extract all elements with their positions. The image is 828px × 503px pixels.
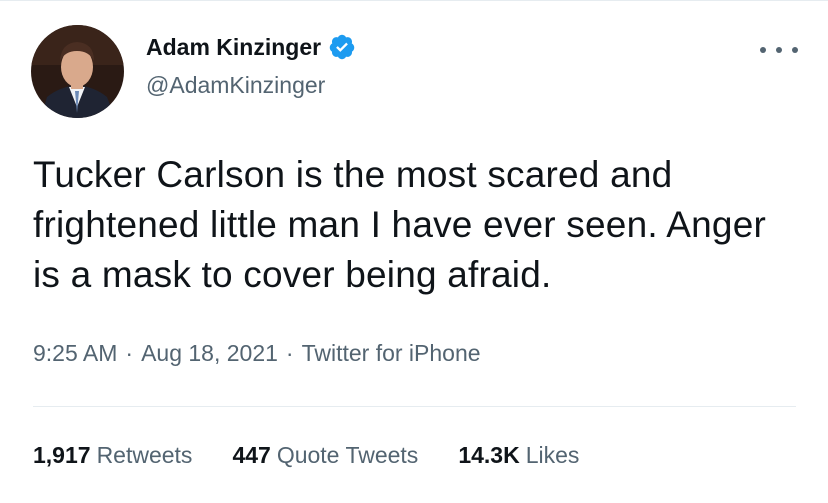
- more-options-icon[interactable]: [760, 40, 798, 60]
- likes-stat[interactable]: 14.3K Likes: [458, 442, 579, 469]
- likes-count: 14.3K: [458, 442, 520, 468]
- top-divider: [0, 0, 828, 1]
- name-row: Adam Kinzinger: [146, 31, 356, 63]
- tweet-time[interactable]: 9:25 AM: [33, 340, 117, 366]
- engagement-stats: 1,917 Retweets 447 Quote Tweets 14.3K Likes: [33, 442, 619, 469]
- quote-tweets-label: Quote Tweets: [276, 442, 419, 468]
- retweets-count: 1,917: [33, 442, 91, 468]
- verified-badge-icon: [328, 33, 356, 61]
- tweet-source[interactable]: Twitter for iPhone: [302, 340, 481, 366]
- likes-label: Likes: [525, 442, 580, 468]
- meta-separator: ·: [125, 340, 134, 366]
- tweet-date[interactable]: Aug 18, 2021: [141, 340, 278, 366]
- user-handle[interactable]: @AdamKinzinger: [146, 72, 325, 99]
- avatar[interactable]: [31, 25, 124, 118]
- retweets-stat[interactable]: 1,917 Retweets: [33, 442, 192, 469]
- tweet-text: Tucker Carlson is the most scared and fr…: [33, 154, 766, 295]
- dot: [792, 47, 798, 53]
- retweets-label: Retweets: [96, 442, 193, 468]
- dot: [760, 47, 766, 53]
- meta-separator: ·: [285, 340, 294, 366]
- divider: [33, 406, 796, 407]
- quote-tweets-stat[interactable]: 447 Quote Tweets: [232, 442, 418, 469]
- avatar-image: [31, 25, 124, 118]
- dot: [776, 47, 782, 53]
- display-name[interactable]: Adam Kinzinger: [146, 34, 321, 61]
- quote-tweets-count: 447: [232, 442, 271, 468]
- tweet-meta: 9:25 AM · Aug 18, 2021 · Twitter for iPhone: [33, 340, 481, 367]
